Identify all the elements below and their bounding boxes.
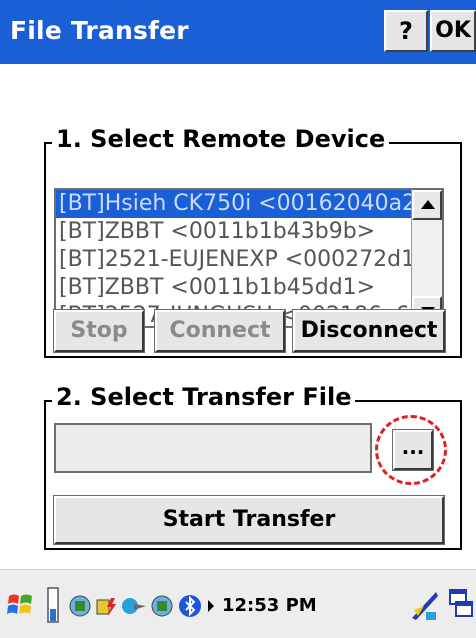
power-icon[interactable] [94, 594, 118, 618]
highlight-circle [375, 415, 447, 485]
device-list-item[interactable]: [BT]Hsieh CK750i <00162040a2 [56, 190, 442, 218]
input-panel-icon[interactable] [410, 588, 440, 622]
device-list-item[interactable]: [BT]ZBBT <0011b1b43b9b> [56, 218, 442, 246]
window-switch-icon[interactable] [448, 588, 474, 620]
start-transfer-button[interactable]: Start Transfer [54, 496, 444, 544]
disconnect-button[interactable]: Disconnect [293, 310, 445, 352]
sync-icon[interactable] [120, 594, 148, 618]
network-icon[interactable] [150, 594, 174, 618]
transfer-file-group-label: 2. Select Transfer File [52, 383, 356, 411]
stop-button[interactable]: Stop [54, 310, 144, 352]
scroll-up-button[interactable] [412, 190, 442, 220]
battery-icon[interactable] [46, 587, 60, 623]
start-windows-icon[interactable] [6, 590, 36, 620]
help-button[interactable]: ? [384, 10, 428, 52]
bluetooth-icon[interactable] [178, 594, 202, 618]
device-list-item[interactable]: [BT]2521-EUJENEXP <000272d1 [56, 246, 442, 274]
expand-arrow-icon[interactable] [206, 594, 216, 618]
connect-button[interactable]: Connect [155, 310, 285, 352]
title-bar: File Transfer ? OK [0, 0, 476, 64]
remote-device-group-label: 1. Select Remote Device [52, 125, 390, 153]
taskbar: 12:53 PM [0, 569, 476, 638]
window-title: File Transfer [10, 16, 189, 45]
remote-device-list[interactable]: [BT]Hsieh CK750i <00162040a2 [BT]ZBBT <00… [54, 188, 444, 328]
scroll-up-arrow-icon [421, 200, 435, 209]
ok-button[interactable]: OK [430, 10, 476, 52]
clock[interactable]: 12:53 PM [222, 595, 317, 616]
device-list-item[interactable]: [BT]ZBBT <0011b1b45dd1> [56, 274, 442, 302]
list-scrollbar[interactable] [411, 190, 442, 326]
file-path-field[interactable] [54, 423, 372, 473]
network-icon[interactable] [68, 594, 92, 618]
